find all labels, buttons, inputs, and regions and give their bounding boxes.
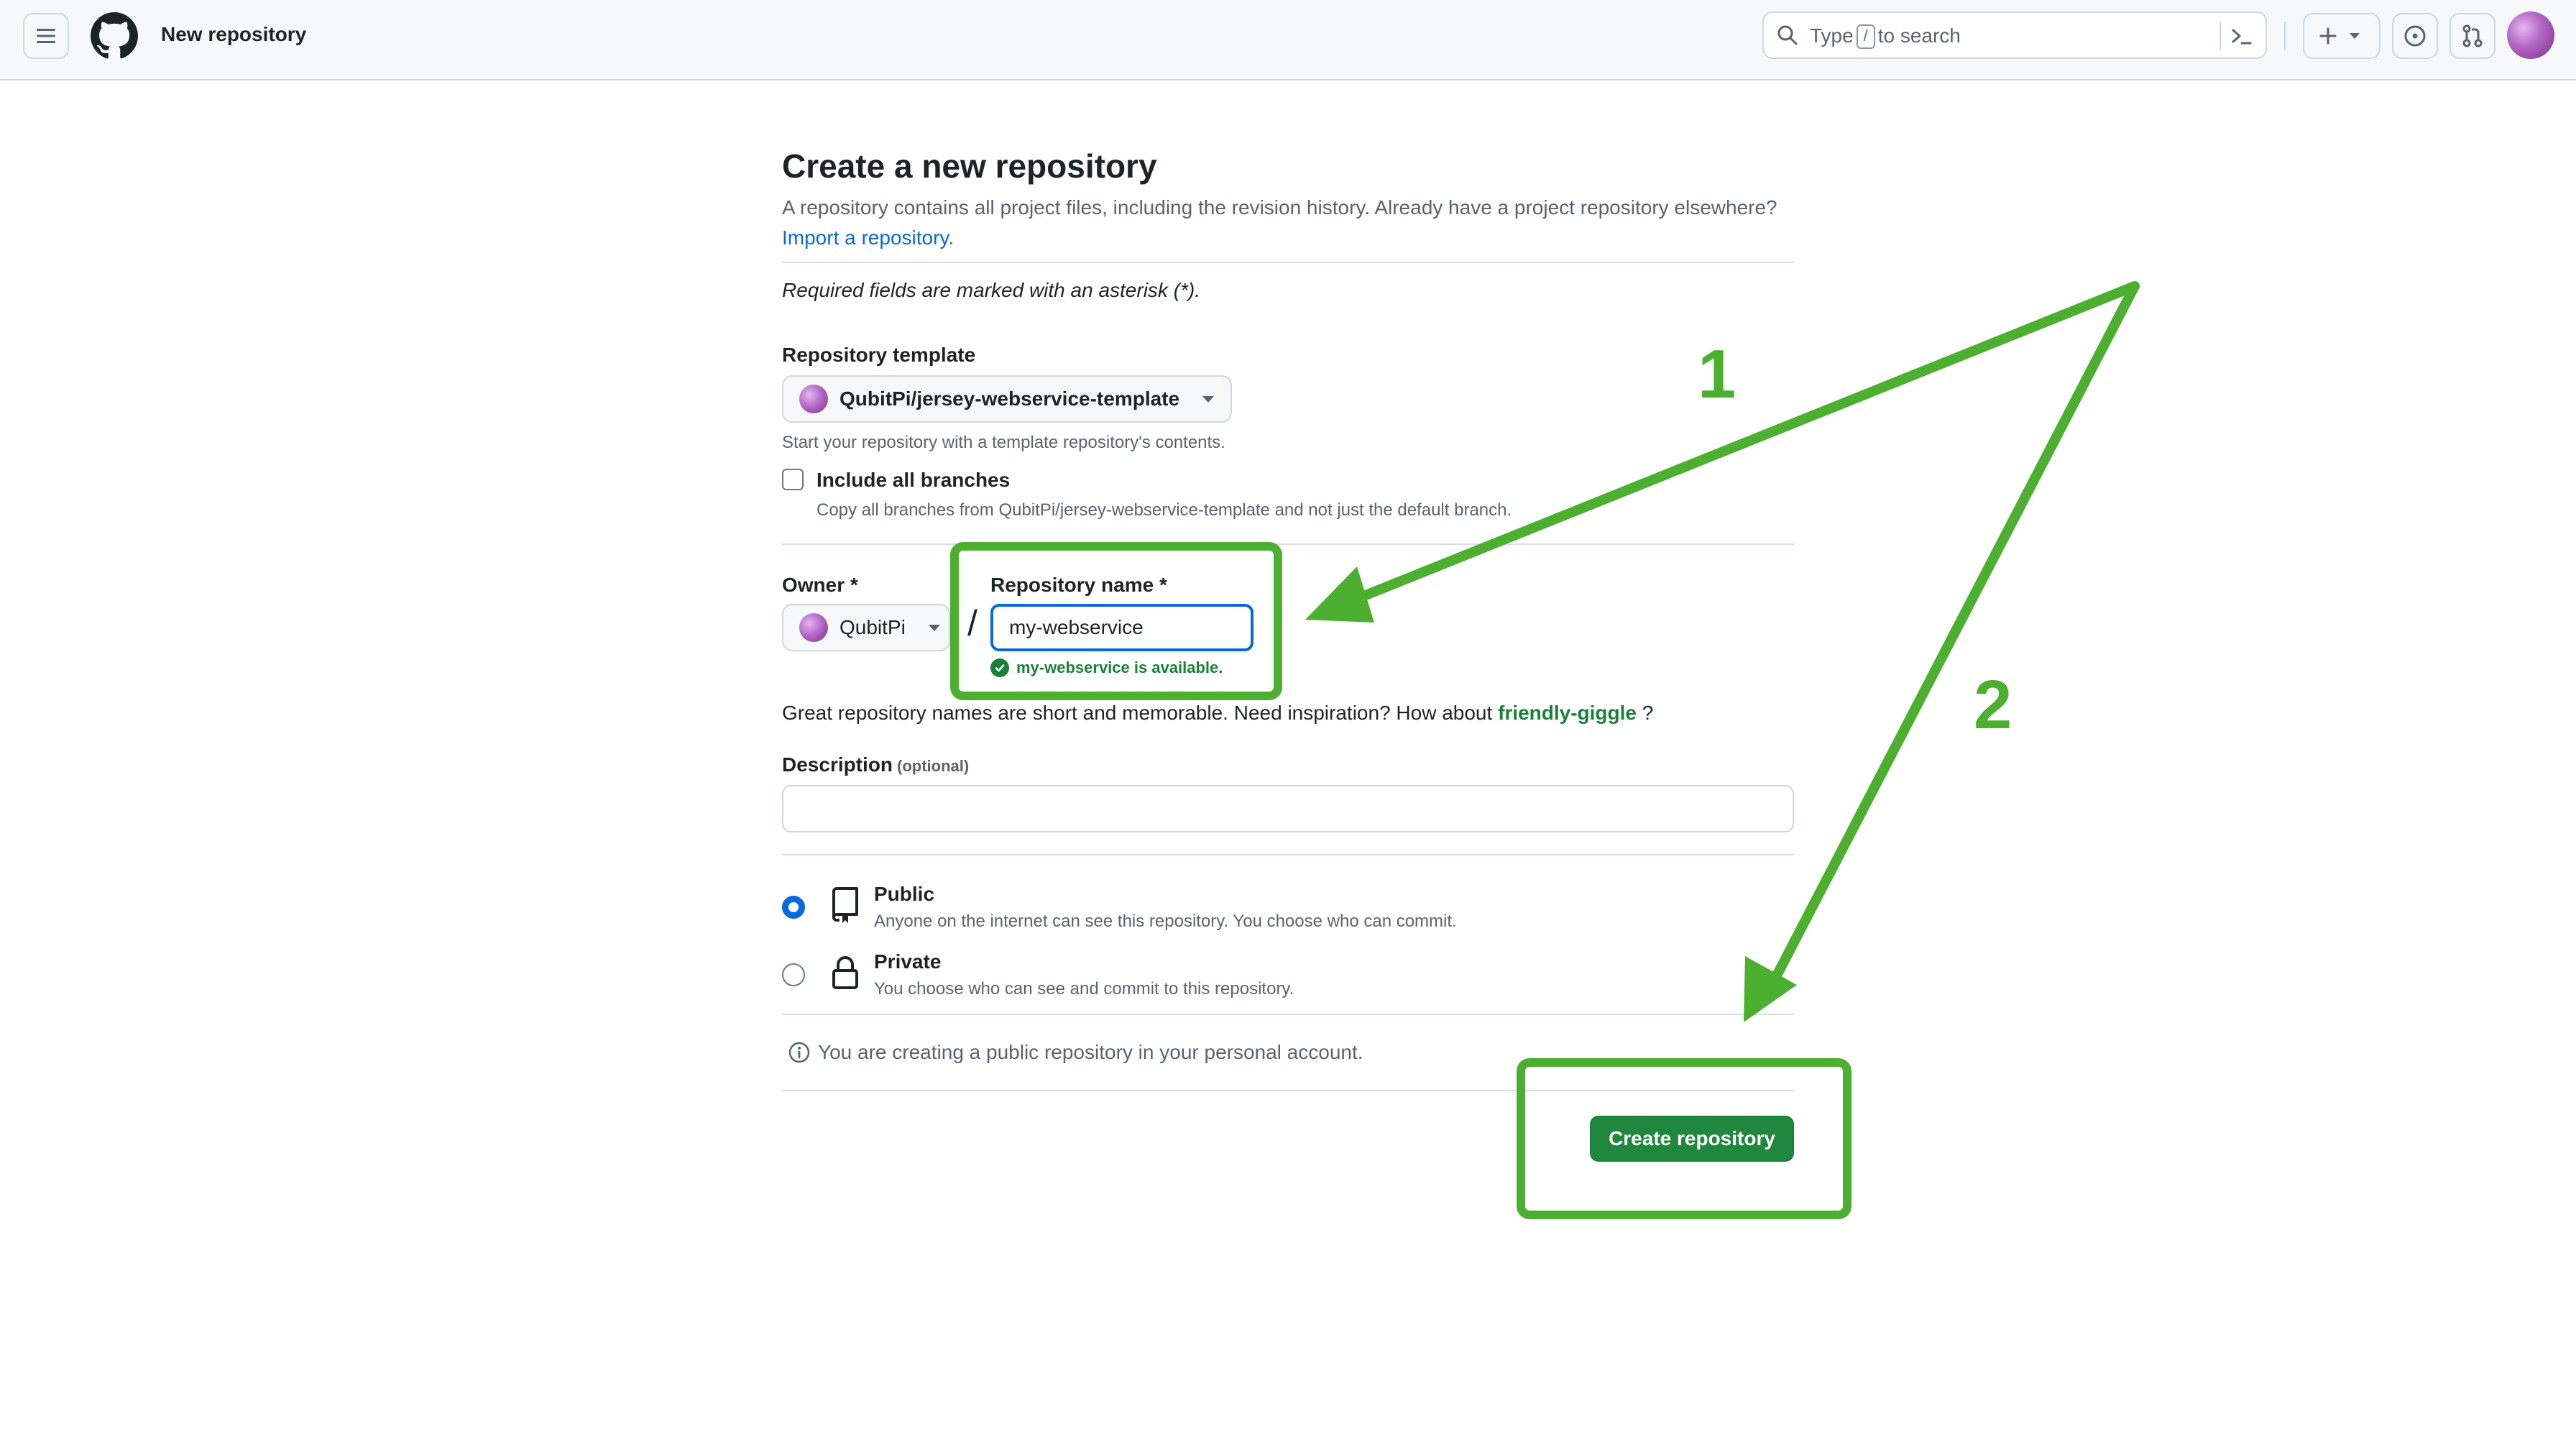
annotation-arrow-1	[1305, 281, 2140, 623]
annotation-arrows	[1305, 281, 2140, 1022]
annotation-arrow-2	[1744, 281, 2140, 1022]
